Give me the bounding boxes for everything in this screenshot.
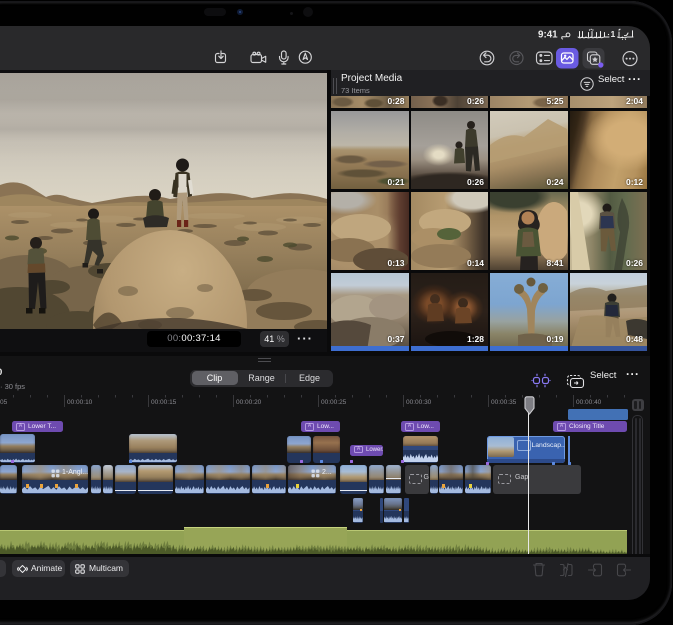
- svg-text:1: 1: [611, 29, 616, 39]
- svg-text:9:41: 9:41: [538, 29, 558, 40]
